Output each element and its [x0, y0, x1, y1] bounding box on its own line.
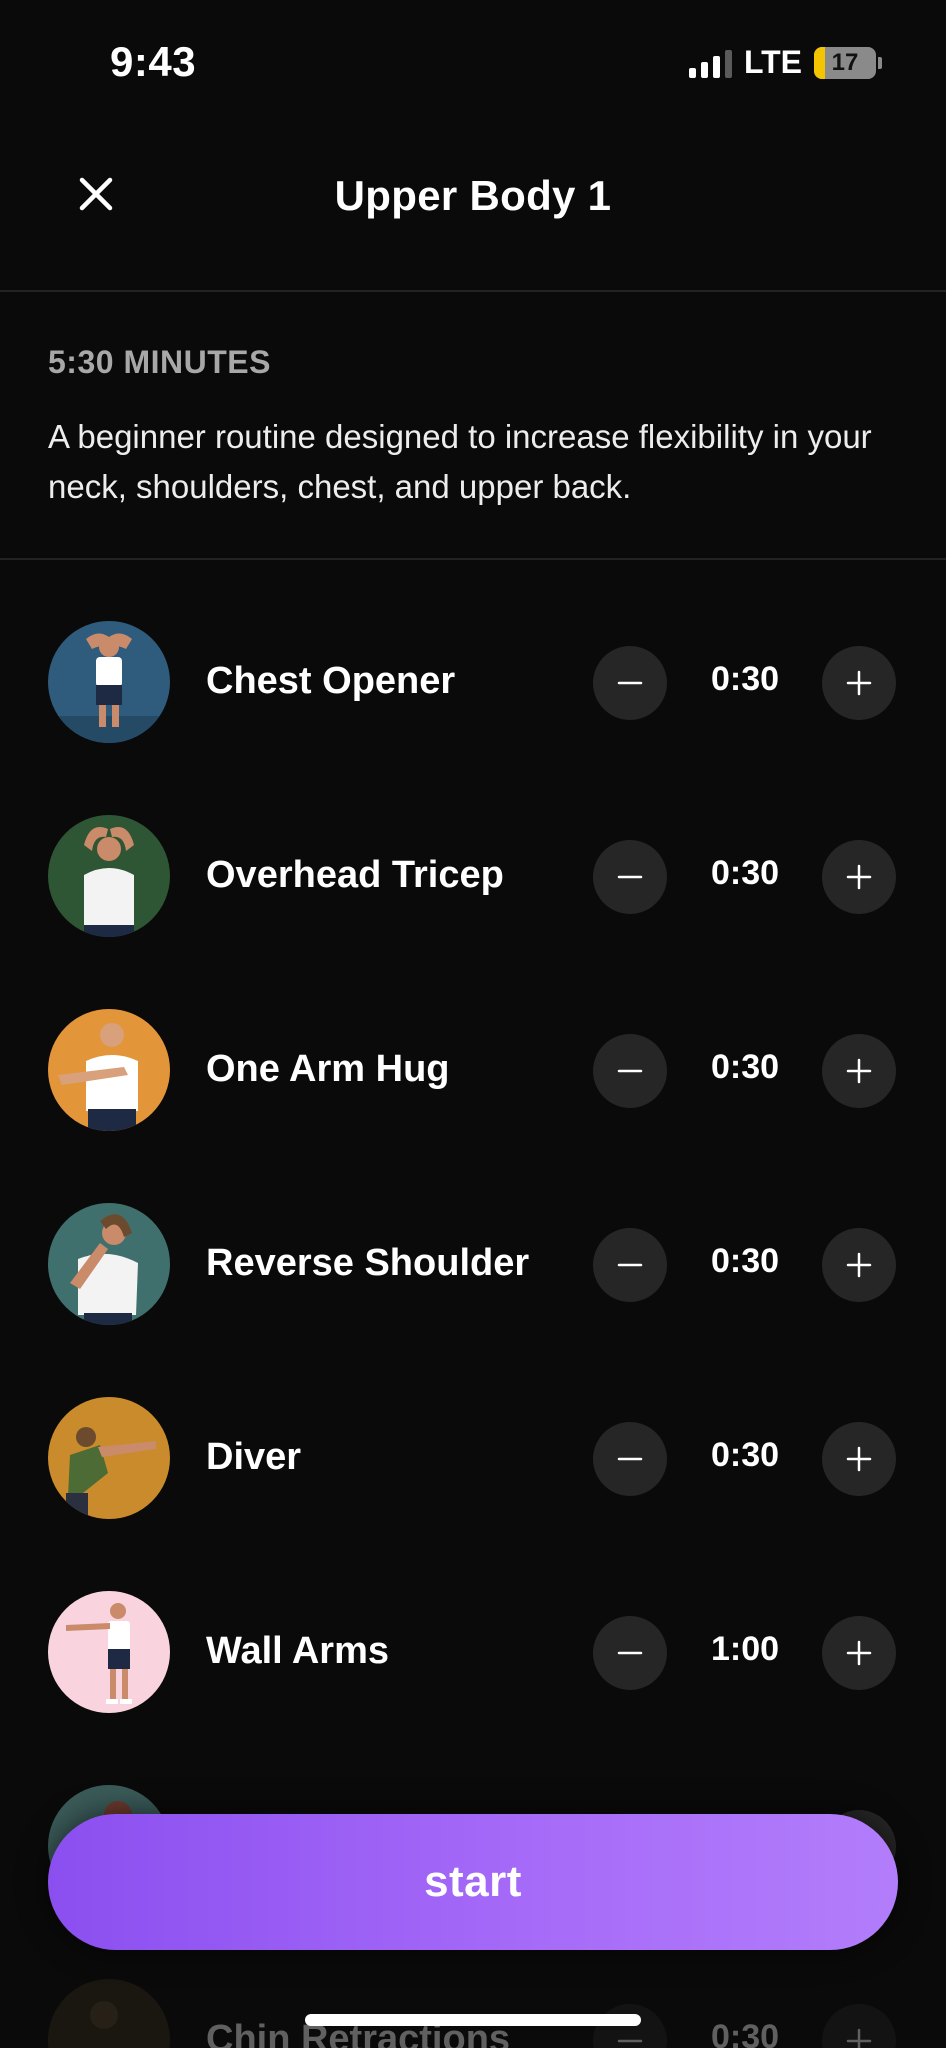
exercise-duration: 0:30 — [710, 2018, 780, 2048]
plus-icon — [846, 864, 872, 890]
start-button[interactable]: start — [48, 1814, 898, 1950]
increase-duration-button[interactable] — [822, 646, 896, 720]
exercise-name: One Arm Hug — [206, 1048, 450, 1090]
decrease-duration-button[interactable] — [593, 1034, 667, 1108]
exercise-row: One Arm Hug 0:30 — [0, 948, 946, 1142]
home-indicator[interactable] — [305, 2014, 641, 2026]
routine-description: A beginner routine designed to increase … — [48, 418, 872, 505]
exercise-row: Chest Opener 0:30 — [0, 560, 946, 754]
exercise-avatar — [48, 815, 170, 937]
minus-icon — [617, 681, 643, 685]
minus-icon — [617, 1263, 643, 1267]
exercise-name: Reverse Shoulder — [206, 1242, 530, 1284]
plus-icon — [846, 1640, 872, 1666]
network-type: LTE — [743, 44, 802, 80]
minus-icon — [617, 875, 643, 879]
exercise-name: Diver — [206, 1436, 302, 1478]
minus-icon — [617, 1457, 643, 1461]
exercise-duration: 0:30 — [710, 1048, 780, 1086]
minus-icon — [617, 2039, 643, 2043]
exercise-row: Reverse Shoulder 0:30 — [0, 1142, 946, 1336]
exercise-name: Wall Arms — [206, 1630, 390, 1672]
battery-cap — [878, 56, 882, 69]
status-bar: 9:43 LTE 17 — [0, 0, 946, 120]
plus-icon — [846, 670, 872, 696]
exercise-duration: 0:30 — [710, 854, 780, 892]
exercise-row: Overhead Tricep 0:30 — [0, 754, 946, 948]
decrease-duration-button[interactable] — [593, 1422, 667, 1496]
exercise-avatar — [48, 621, 170, 743]
exercise-name: Overhead Tricep — [206, 854, 504, 896]
plus-icon — [846, 1446, 872, 1472]
exercise-avatar — [48, 1009, 170, 1131]
increase-duration-button[interactable] — [822, 2004, 896, 2048]
exercise-duration: 0:30 — [710, 660, 780, 698]
page-title: Upper Body 1 — [334, 172, 612, 219]
decrease-duration-button[interactable] — [593, 646, 667, 720]
status-indicators: LTE 17 — [688, 44, 882, 81]
battery-icon: 17 — [814, 46, 876, 79]
routine-duration: 5:30 MINUTES — [48, 344, 271, 380]
header: Upper Body 1 — [0, 140, 946, 292]
plus-icon — [846, 1058, 872, 1084]
exercise-avatar — [48, 1591, 170, 1713]
increase-duration-button[interactable] — [822, 1422, 896, 1496]
increase-duration-button[interactable] — [822, 1034, 896, 1108]
minus-icon — [617, 1069, 643, 1073]
status-time: 9:43 — [110, 38, 197, 85]
decrease-duration-button[interactable] — [593, 1616, 667, 1690]
minus-icon — [617, 1651, 643, 1655]
exercise-name: Chest Opener — [206, 660, 456, 702]
decrease-duration-button[interactable] — [593, 840, 667, 914]
decrease-duration-button[interactable] — [593, 2004, 667, 2048]
routine-intro: 5:30 MINUTES A beginner routine designed… — [0, 292, 946, 560]
exercise-avatar — [48, 1203, 170, 1325]
start-button-label: start — [424, 1857, 522, 1906]
plus-icon — [846, 1252, 872, 1278]
increase-duration-button[interactable] — [822, 840, 896, 914]
battery-level: 17 — [831, 48, 859, 76]
increase-duration-button[interactable] — [822, 1228, 896, 1302]
exercise-avatar — [48, 1979, 170, 2048]
battery-fill — [814, 46, 825, 79]
exercise-duration: 0:30 — [710, 1242, 780, 1280]
plus-icon — [846, 2028, 872, 2048]
exercise-duration: 1:00 — [710, 1630, 780, 1668]
decrease-duration-button[interactable] — [593, 1228, 667, 1302]
cellular-signal-icon — [688, 48, 732, 78]
exercise-row: Wall Arms 1:00 — [0, 1530, 946, 1724]
exercise-duration: 0:30 — [710, 1436, 780, 1474]
exercise-avatar — [48, 1397, 170, 1519]
increase-duration-button[interactable] — [822, 1616, 896, 1690]
exercise-row: Diver 0:30 — [0, 1336, 946, 1530]
